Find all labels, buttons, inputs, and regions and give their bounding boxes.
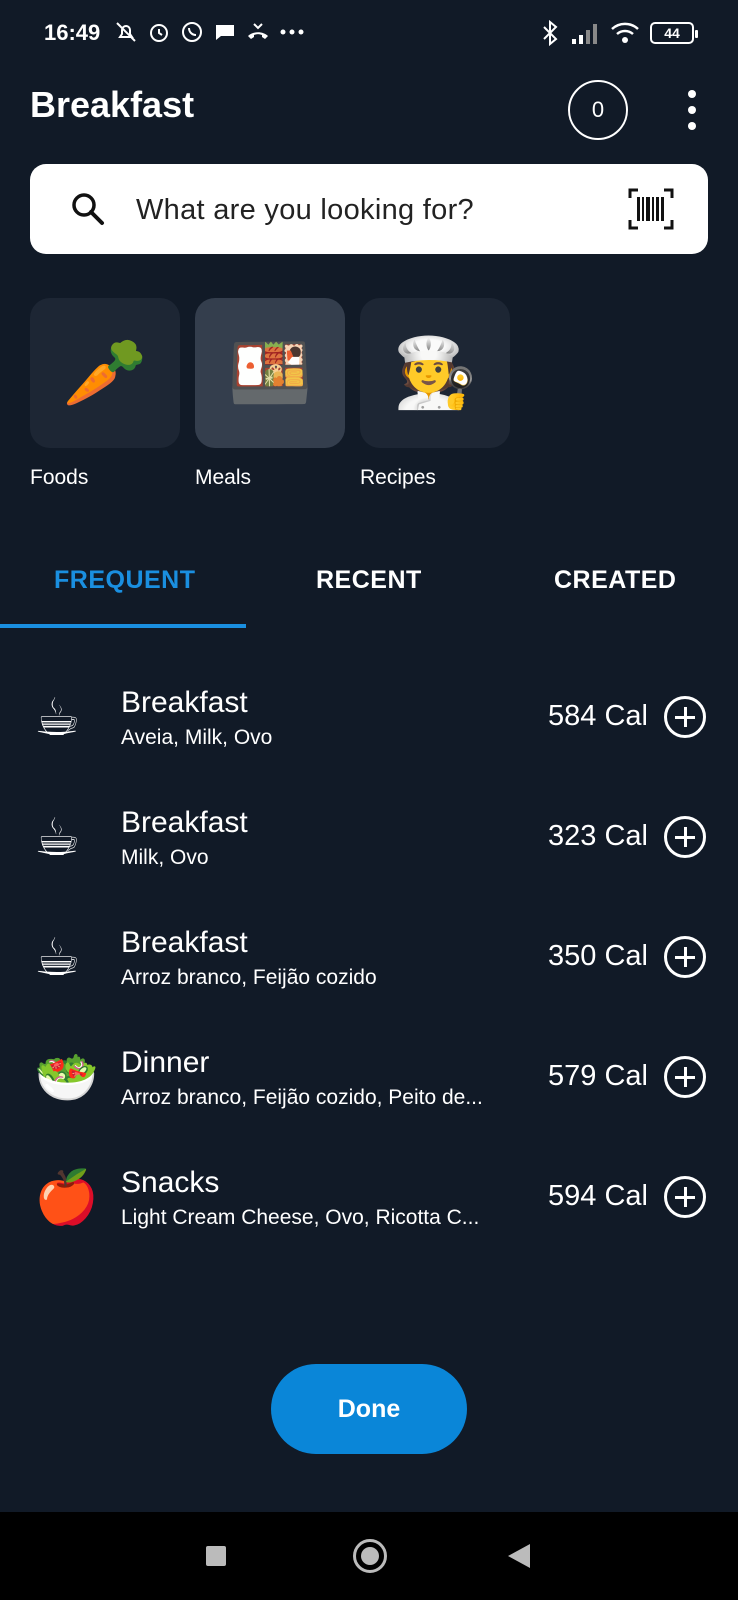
back-icon[interactable] <box>508 1544 530 1568</box>
list-item[interactable]: ☕ Breakfast Arroz branco, Feijão cozido … <box>0 898 738 1018</box>
list-item[interactable]: 🥗 Dinner Arroz branco, Feijão cozido, Pe… <box>0 1018 738 1138</box>
meal-name: Breakfast <box>121 806 248 839</box>
meal-name: Breakfast <box>121 926 248 959</box>
meal-name: Dinner <box>121 1046 210 1079</box>
counter-badge[interactable]: 0 <box>568 80 628 140</box>
salad-icon: 🥗 <box>34 1049 99 1107</box>
tab-recent[interactable]: RECENT <box>316 566 422 595</box>
add-circle-icon[interactable] <box>664 696 706 738</box>
category-row: 🥕 Foods 🍱 Meals 🧑‍🍳 Recipes <box>30 298 510 490</box>
navigation-bar <box>0 1512 738 1600</box>
category-recipes[interactable]: 🧑‍🍳 Recipes <box>360 298 510 490</box>
tab-bar: FREQUENT RECENT CREATED <box>0 552 738 628</box>
battery-icon: 44 <box>650 22 698 44</box>
meal-calories: 579 Cal <box>548 1060 648 1092</box>
carrot-icon: 🥕 <box>30 298 180 448</box>
status-bar: 16:49 44 <box>0 0 738 70</box>
meal-items: Milk, Ovo <box>121 846 209 869</box>
meal-name: Snacks <box>121 1166 220 1199</box>
bento-box-icon: 🍱 <box>195 298 345 448</box>
whatsapp-icon <box>182 22 202 42</box>
list-item[interactable]: ☕ Breakfast Aveia, Milk, Ovo 584 Cal <box>0 658 738 778</box>
search-bar[interactable]: What are you looking for? <box>30 164 708 254</box>
barcode-scan-icon[interactable] <box>628 188 674 230</box>
tab-indicator <box>0 624 246 628</box>
missed-call-icon <box>248 23 268 39</box>
recents-icon[interactable] <box>206 1546 226 1566</box>
bluetooth-icon <box>543 20 558 46</box>
add-circle-icon[interactable] <box>664 1176 706 1218</box>
meal-items: Aveia, Milk, Ovo <box>121 726 273 749</box>
category-label: Foods <box>30 466 89 489</box>
meal-calories: 594 Cal <box>548 1180 648 1212</box>
meal-calories: 584 Cal <box>548 700 648 732</box>
tab-created[interactable]: CREATED <box>554 566 676 595</box>
done-button[interactable]: Done <box>271 1364 467 1454</box>
list-item[interactable]: 🍎 Snacks Light Cream Cheese, Ovo, Ricott… <box>0 1138 738 1258</box>
chat-icon <box>216 25 234 40</box>
list-item[interactable]: ☕ Breakfast Milk, Ovo 323 Cal <box>0 778 738 898</box>
wifi-icon <box>611 22 639 43</box>
add-circle-icon[interactable] <box>664 936 706 978</box>
category-meals[interactable]: 🍱 Meals <box>195 298 345 490</box>
more-dots-icon <box>280 29 304 35</box>
search-icon <box>72 193 104 225</box>
notification-icons <box>114 20 305 44</box>
meal-items: Arroz branco, Feijão cozido, Peito de... <box>121 1086 483 1109</box>
meal-calories: 323 Cal <box>548 820 648 852</box>
meal-list: ☕ Breakfast Aveia, Milk, Ovo 584 Cal ☕ B… <box>0 658 738 1258</box>
coffee-icon: ☕ <box>34 809 81 867</box>
tab-frequent[interactable]: FREQUENT <box>54 566 196 595</box>
meal-name: Breakfast <box>121 686 248 719</box>
chef-icon: 🧑‍🍳 <box>360 298 510 448</box>
category-label: Recipes <box>360 466 436 489</box>
meal-items: Arroz branco, Feijão cozido <box>121 966 377 989</box>
signal-icon <box>572 24 597 44</box>
category-foods[interactable]: 🥕 Foods <box>30 298 180 490</box>
status-time: 16:49 <box>44 20 101 45</box>
dot <box>688 90 696 98</box>
coffee-icon: ☕ <box>34 929 81 987</box>
home-icon[interactable] <box>353 1539 387 1573</box>
add-circle-icon[interactable] <box>664 816 706 858</box>
dot <box>688 122 696 130</box>
mute-bell-icon <box>116 22 136 42</box>
header: Breakfast 0 <box>0 80 738 150</box>
apple-icon: 🍎 <box>34 1169 99 1227</box>
dot <box>688 106 696 114</box>
search-input[interactable]: What are you looking for? <box>136 194 474 227</box>
meal-calories: 350 Cal <box>548 940 648 972</box>
alarm-icon <box>150 24 168 42</box>
page-title: Breakfast <box>30 84 195 125</box>
system-icons: 44 <box>540 20 698 46</box>
coffee-icon: ☕ <box>34 689 81 747</box>
overflow-menu-icon[interactable] <box>680 90 704 130</box>
add-circle-icon[interactable] <box>664 1056 706 1098</box>
category-label: Meals <box>195 466 252 489</box>
meal-items: Light Cream Cheese, Ovo, Ricotta C... <box>121 1206 480 1229</box>
